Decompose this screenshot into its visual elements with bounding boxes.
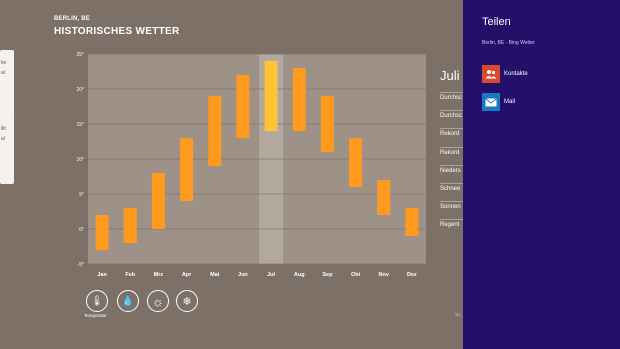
x-tick-label: Jul bbox=[267, 272, 275, 278]
x-tick-label: Jun bbox=[238, 272, 248, 278]
side-card-text: al bbox=[1, 136, 5, 142]
location-label: BERLIN, BE bbox=[54, 16, 91, 22]
temperature-tab-label: Temperatur bbox=[84, 313, 107, 318]
temperature-range-bar bbox=[320, 96, 334, 152]
x-tick-label: Mai bbox=[210, 272, 220, 278]
share-pane: Teilen Berlin, BE - Bing Wetter Kontakte… bbox=[463, 0, 620, 349]
sun-icon[interactable]: ☼ bbox=[147, 290, 169, 312]
partial-text: Su bbox=[455, 312, 461, 317]
temperature-range-bar bbox=[405, 208, 419, 236]
y-tick-label: 15° bbox=[76, 122, 84, 128]
x-tick-label: Okt bbox=[351, 272, 360, 278]
share-mail-label: Mail bbox=[504, 99, 516, 105]
snowflake-icon[interactable]: ❄ bbox=[176, 290, 198, 312]
temperature-range-bar bbox=[292, 68, 306, 131]
mail-icon bbox=[482, 93, 500, 111]
x-tick-label: Mrz bbox=[154, 272, 164, 278]
x-tick-label: Apr bbox=[182, 272, 192, 278]
detail-row: Regent bbox=[440, 219, 464, 228]
side-card-text: llit bbox=[1, 126, 6, 132]
thermometer-icon[interactable]: 🌡 bbox=[86, 290, 108, 312]
temperature-range-bar bbox=[95, 215, 109, 250]
temperature-range-bar bbox=[180, 138, 194, 201]
side-card-text: al bbox=[1, 70, 5, 76]
side-card-1[interactable]: ke al bbox=[0, 50, 14, 118]
temperature-range-chart: 25° 20° 15° 10° 5° 0° -5° Jan Feb Mrz Apr Mai Jun Jul… bbox=[76, 52, 426, 278]
y-tick-label: 20° bbox=[76, 87, 84, 93]
x-tick-label: Feb bbox=[125, 272, 135, 278]
y-tick-label: 5° bbox=[79, 192, 84, 198]
share-subtitle: Berlin, BE - Bing Wetter bbox=[482, 40, 535, 46]
y-tick-label: -5° bbox=[78, 262, 84, 268]
temperature-range-bar bbox=[151, 173, 165, 229]
detail-row: Sonnen bbox=[440, 201, 464, 210]
selected-month-title: Juli bbox=[440, 68, 460, 83]
side-card-text: ke bbox=[1, 60, 7, 66]
y-tick-label: 10° bbox=[76, 157, 84, 163]
x-tick-label: Aug bbox=[294, 272, 305, 278]
temperature-range-bar bbox=[208, 96, 222, 166]
x-tick-label: Jan bbox=[97, 272, 107, 278]
detail-row: Durchsc bbox=[440, 110, 464, 119]
x-tick-label: Nov bbox=[379, 272, 390, 278]
page-title: HISTORISCHES WETTER bbox=[54, 26, 180, 37]
people-icon bbox=[482, 65, 500, 83]
temperature-range-bar bbox=[349, 138, 363, 187]
detail-row: Nieders bbox=[440, 164, 464, 174]
temperature-range-bar bbox=[236, 75, 250, 138]
temperature-range-bar bbox=[377, 180, 391, 215]
temperature-range-bar bbox=[264, 61, 278, 131]
share-contacts-button[interactable]: Kontakte bbox=[482, 65, 528, 83]
y-tick-label: 0° bbox=[79, 227, 84, 233]
detail-row: Schnee bbox=[440, 183, 464, 192]
raindrop-icon[interactable]: 💧 bbox=[117, 290, 139, 312]
share-contacts-label: Kontakte bbox=[504, 71, 528, 77]
detail-row: Rekord bbox=[440, 128, 464, 137]
detail-row: Durchsc bbox=[440, 92, 464, 101]
x-tick-label: Sep bbox=[322, 272, 333, 278]
share-mail-button[interactable]: Mail bbox=[482, 93, 515, 111]
x-tick-label: Dez bbox=[407, 272, 417, 278]
detail-row: Rekord bbox=[440, 146, 464, 156]
side-card-2[interactable]: llit al bbox=[0, 116, 14, 184]
temperature-range-bar bbox=[123, 208, 137, 243]
y-tick-label: 25° bbox=[76, 52, 84, 58]
share-title: Teilen bbox=[482, 16, 511, 28]
